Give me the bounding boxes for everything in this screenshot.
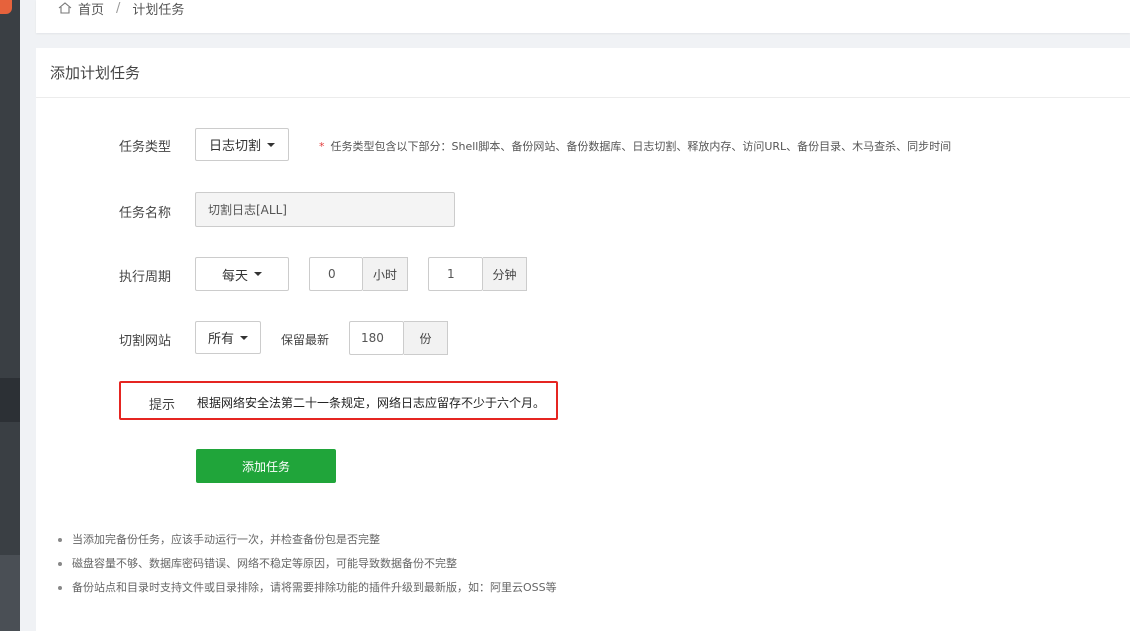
minute-unit: 分钟 — [483, 257, 527, 291]
sidebar-active-item[interactable] — [0, 378, 20, 422]
add-task-button[interactable]: 添加任务 — [196, 449, 336, 483]
bullet-icon — [58, 562, 62, 566]
required-star: * — [319, 140, 325, 153]
sidebar-strip — [0, 0, 20, 631]
home-icon[interactable] — [58, 2, 72, 14]
period-dropdown[interactable]: 每天 — [195, 257, 289, 291]
breadcrumb: 首页 / 计划任务 — [58, 0, 185, 18]
breadcrumb-home[interactable]: 首页 — [78, 0, 104, 18]
tips-list: 当添加完备份任务，应该手动运行一次，并检查备份包是否完整 磁盘容量不够、数据库密… — [58, 528, 557, 600]
period-value: 每天 — [221, 268, 248, 284]
task-name-input[interactable] — [195, 192, 455, 227]
site-dropdown[interactable]: 所有 — [195, 321, 261, 354]
task-type-value: 日志切割 — [208, 139, 261, 154]
chevron-down-icon — [254, 272, 262, 276]
site-label: 切割网站 — [119, 334, 172, 349]
add-task-panel: 添加计划任务 任务类型 日志切割 * 任务类型包含以下部分：Shell脚本、备份网… — [36, 48, 1130, 631]
task-name-label: 任务名称 — [119, 206, 172, 221]
list-item: 备份站点和目录时支持文件或目录排除，请将需要排除功能的插件升级到最新版，如：阿里… — [58, 576, 557, 600]
task-type-label: 任务类型 — [119, 140, 172, 155]
tip-text: 当添加完备份任务，应该手动运行一次，并检查备份包是否完整 — [72, 533, 380, 546]
hour-input[interactable] — [309, 257, 363, 291]
sidebar-badge — [0, 0, 12, 14]
hour-unit: 小时 — [363, 257, 408, 291]
legal-notice: 提示 根据网络安全法第二十一条规定，网络日志应留存不少于六个月。 — [119, 381, 558, 420]
task-type-dropdown[interactable]: 日志切割 — [195, 128, 289, 161]
tip-text: 磁盘容量不够、数据库密码错误、网络不稳定等原因，可能导致数据备份不完整 — [72, 557, 457, 570]
chevron-down-icon — [240, 335, 248, 340]
sidebar-footer — [0, 555, 20, 631]
panel-title: 添加计划任务 — [36, 48, 1130, 98]
task-type-hint: * 任务类型包含以下部分：Shell脚本、备份网站、备份数据库、日志切割、释放内存… — [319, 138, 951, 154]
breadcrumb-bar: 首页 / 计划任务 — [36, 0, 1130, 33]
list-item: 磁盘容量不够、数据库密码错误、网络不稳定等原因，可能导致数据备份不完整 — [58, 552, 557, 576]
tip-text: 备份站点和目录时支持文件或目录排除，请将需要排除功能的插件升级到最新版，如：阿里… — [72, 581, 557, 594]
list-item: 当添加完备份任务，应该手动运行一次，并检查备份包是否完整 — [58, 528, 557, 552]
keep-latest-label: 保留最新 — [281, 333, 330, 347]
bullet-icon — [58, 538, 62, 542]
task-type-hint-text: 任务类型包含以下部分：Shell脚本、备份网站、备份数据库、日志切割、释放内存、… — [330, 140, 952, 153]
keep-count-input[interactable] — [349, 321, 404, 355]
notice-label: 提示 — [149, 398, 176, 413]
period-label: 执行周期 — [119, 270, 172, 285]
chevron-down-icon — [267, 142, 275, 147]
minute-input[interactable] — [428, 257, 483, 291]
breadcrumb-current: 计划任务 — [132, 2, 185, 18]
notice-text: 根据网络安全法第二十一条规定，网络日志应留存不少于六个月。 — [197, 396, 546, 410]
keep-count-unit: 份 — [404, 321, 448, 355]
bullet-icon — [58, 586, 62, 590]
site-value: 所有 — [207, 332, 234, 347]
breadcrumb-separator: / — [116, 0, 121, 16]
